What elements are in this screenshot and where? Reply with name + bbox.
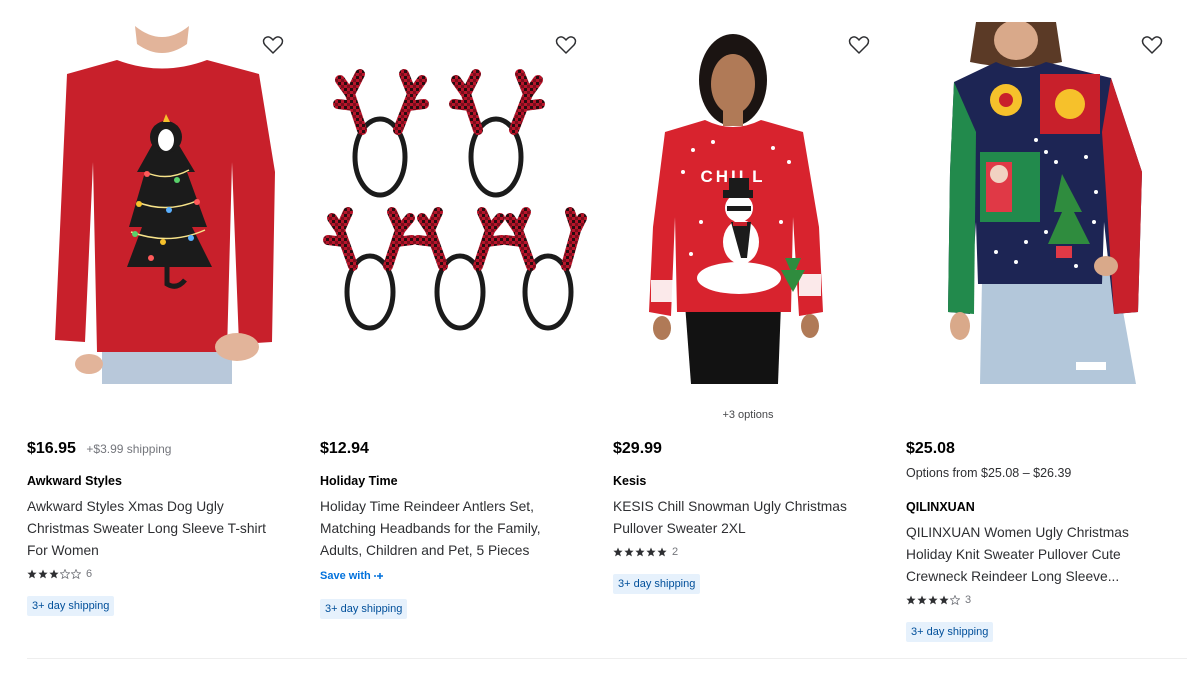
star-rating bbox=[613, 547, 667, 557]
star-icon bbox=[635, 547, 645, 557]
product-image-antlers[interactable] bbox=[320, 22, 590, 384]
star-rating bbox=[906, 595, 960, 605]
price: $29.99 bbox=[613, 440, 662, 458]
heart-outline-icon[interactable] bbox=[1140, 33, 1164, 57]
product-title-link[interactable]: Holiday Time Reindeer Antlers Set, Match… bbox=[320, 496, 582, 562]
price-value: $29.99 bbox=[613, 440, 662, 457]
rating: 3 bbox=[906, 594, 971, 606]
star-icon bbox=[624, 547, 634, 557]
star-icon bbox=[950, 595, 960, 605]
divider bbox=[27, 658, 1187, 659]
price: $12.94 bbox=[320, 440, 369, 458]
heart-outline-icon[interactable] bbox=[554, 33, 578, 57]
star-rating bbox=[27, 569, 81, 579]
review-count: 3 bbox=[965, 594, 972, 606]
product-card[interactable]: $12.94 Holiday Time Holiday Time Reindee… bbox=[320, 0, 600, 660]
product-title-link[interactable]: Awkward Styles Xmas Dog Ugly Christmas S… bbox=[27, 496, 289, 562]
product-card[interactable]: CHILL +3 options $29.99 Kesis KESIS Chil… bbox=[613, 0, 893, 660]
walmart-plus-icon bbox=[373, 573, 383, 579]
price-value: $25.08 bbox=[906, 440, 955, 457]
star-icon bbox=[917, 595, 927, 605]
options-count[interactable]: +3 options bbox=[613, 409, 883, 421]
review-count: 2 bbox=[672, 546, 679, 558]
price: $25.08 bbox=[906, 440, 955, 458]
star-icon bbox=[71, 569, 81, 579]
product-image-patchwork-sweater[interactable] bbox=[906, 22, 1176, 384]
star-icon bbox=[646, 547, 656, 557]
price-value: $16.95 bbox=[27, 440, 76, 457]
save-with-plus[interactable]: Save with bbox=[320, 570, 386, 582]
shipping-badge: 3+ day shipping bbox=[320, 599, 408, 619]
rating: 2 bbox=[613, 546, 678, 558]
save-with-label: Save with bbox=[320, 570, 371, 582]
heart-outline-icon[interactable] bbox=[261, 33, 285, 57]
star-icon bbox=[49, 569, 59, 579]
options-price-range: Options from $25.08 – $26.39 bbox=[906, 466, 1072, 480]
product-title-link[interactable]: QILINXUAN Women Ugly Christmas Holiday K… bbox=[906, 522, 1168, 588]
shipping-cost: +$3.99 shipping bbox=[86, 442, 172, 456]
star-icon bbox=[928, 595, 938, 605]
brand-name: QILINXUAN bbox=[906, 500, 975, 514]
price-value: $12.94 bbox=[320, 440, 369, 457]
brand-name: Awkward Styles bbox=[27, 474, 122, 488]
star-icon bbox=[613, 547, 623, 557]
product-card[interactable]: $16.95 +$3.99 shipping Awkward Styles Aw… bbox=[27, 0, 307, 660]
star-icon bbox=[27, 569, 37, 579]
product-grid: $16.95 +$3.99 shipping Awkward Styles Aw… bbox=[0, 0, 1200, 675]
product-title-link[interactable]: KESIS Chill Snowman Ugly Christmas Pullo… bbox=[613, 496, 875, 540]
star-icon bbox=[939, 595, 949, 605]
review-count: 6 bbox=[86, 568, 93, 580]
star-icon bbox=[906, 595, 916, 605]
shipping-badge: 3+ day shipping bbox=[613, 574, 701, 594]
product-image-chill-sweater[interactable]: CHILL bbox=[613, 22, 883, 384]
product-card[interactable]: $25.08 Options from $25.08 – $26.39 QILI… bbox=[906, 0, 1186, 660]
rating: 6 bbox=[27, 568, 92, 580]
price: $16.95 +$3.99 shipping bbox=[27, 440, 171, 458]
star-icon bbox=[60, 569, 70, 579]
star-icon bbox=[38, 569, 48, 579]
heart-outline-icon[interactable] bbox=[847, 33, 871, 57]
product-image-tshirt[interactable] bbox=[27, 22, 297, 384]
brand-name: Kesis bbox=[613, 474, 647, 488]
shipping-badge: 3+ day shipping bbox=[906, 622, 994, 642]
shipping-badge: 3+ day shipping bbox=[27, 596, 115, 616]
brand-name: Holiday Time bbox=[320, 474, 398, 488]
star-icon bbox=[657, 547, 667, 557]
